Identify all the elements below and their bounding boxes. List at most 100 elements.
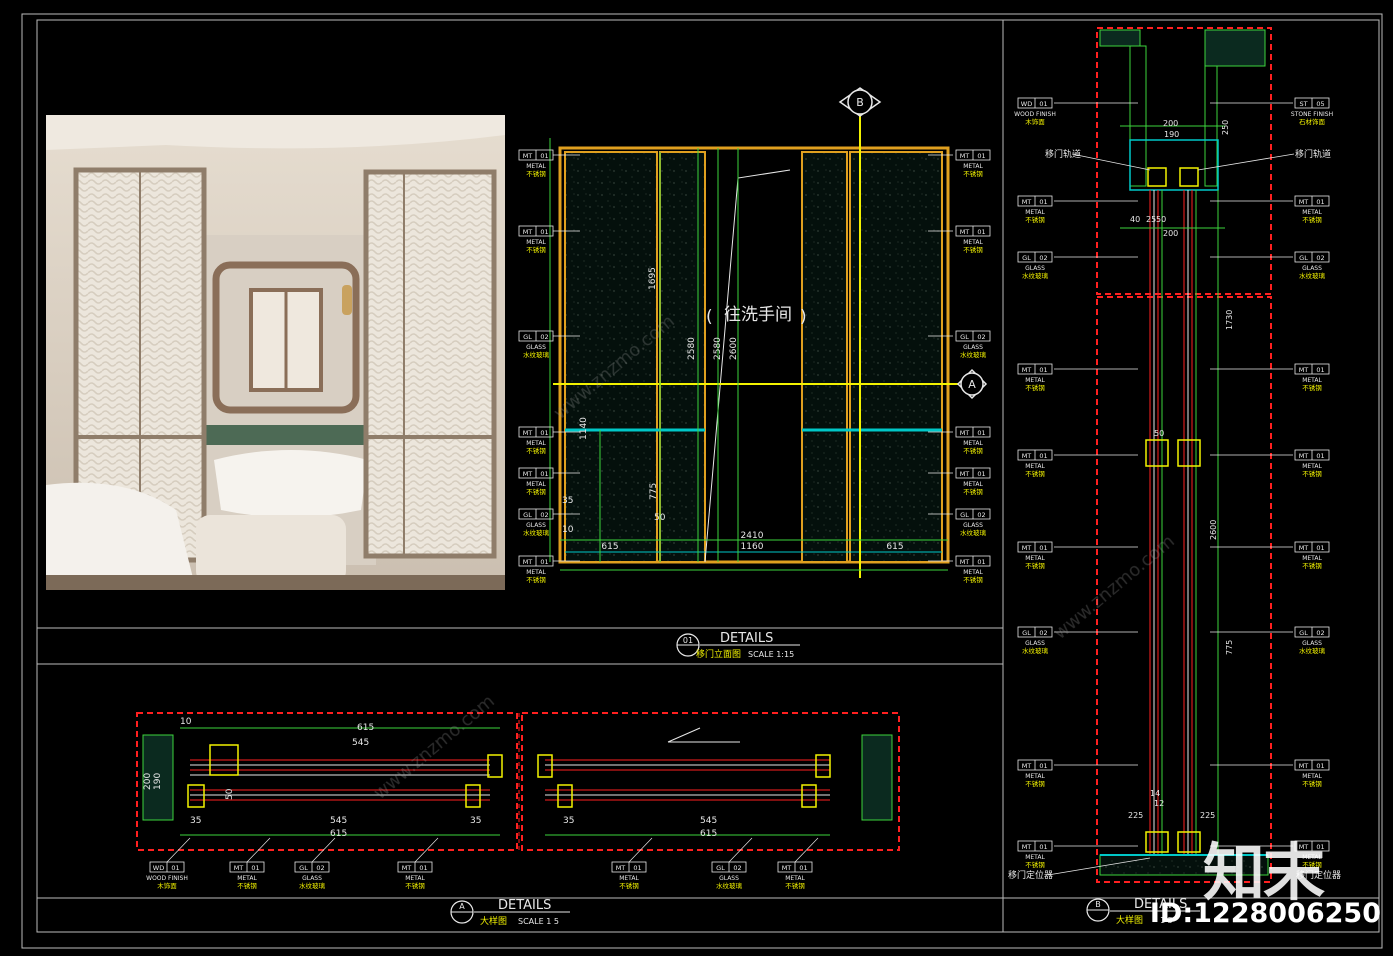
dim-2600: 2600 (729, 337, 739, 360)
section-dim-50-mid: 50 (1154, 429, 1164, 438)
section-tag-right-7-num: 02 (1316, 629, 1324, 637)
plan-dim-615-top: 615 (357, 723, 374, 733)
section-door-lines (1149, 190, 1197, 855)
elevation-tag-right-4-num: 01 (977, 429, 985, 437)
plan-dim-35-mid: 35 (470, 816, 481, 826)
plan-tag-6-material: GLASS (719, 875, 739, 882)
door-panel-right-1 (801, 151, 848, 563)
section-locator-label-left: 移门定位器 (1008, 869, 1053, 881)
section-track-roller-1 (1147, 167, 1167, 187)
section-tag-right-6: MT 01 METAL不锈钢 (1210, 541, 1330, 570)
elevation-tag-right-6-label-cn: 水纹玻璃 (960, 528, 987, 537)
section-dim-250: 250 (1221, 120, 1230, 135)
plan-tag-2: MT 01 METAL不锈钢 (229, 837, 271, 890)
elevation-tag-left-4-num: 01 (540, 429, 548, 437)
section-tag-left-8-label-cn: 不锈钢 (1025, 779, 1045, 788)
section-tag-right-5-num: 01 (1316, 452, 1324, 460)
section-tag-left-6-material: METAL (1025, 555, 1045, 562)
plan-view: 615 545 545 615 545 615 35 35 35 10 200 … (136, 712, 900, 851)
dim-615-left: 615 (601, 542, 618, 552)
section-tag-right-5-material: METAL (1302, 463, 1322, 470)
elevation-tag-right-1-label-cn: 不锈钢 (963, 169, 983, 178)
section-tag-right-7-code: GL (1299, 629, 1308, 637)
plan-title-block: A DETAILS 大样图 SCALE 1 5 (450, 898, 570, 927)
section-tag-left-8: MT 01 METAL不锈钢 (1017, 759, 1138, 788)
section-dim-50-top: 50 (1156, 215, 1166, 224)
plan-tag-7-label-cn: 不锈钢 (785, 881, 805, 890)
section-tag-left-2-label-cn: 不锈钢 (1025, 215, 1045, 224)
section-tag-right-4-num: 01 (1316, 366, 1324, 374)
plan-tag-7: MT 01 METAL不锈钢 (777, 837, 819, 890)
plan-profile-4 (557, 784, 573, 808)
plan-title: DETAILS (498, 898, 551, 913)
section-tag-right-6-material: METAL (1302, 555, 1322, 562)
plan-profile-2 (465, 784, 481, 808)
section-tag-left-9-label-cn: 不锈钢 (1025, 860, 1045, 869)
section-tag-left-5-material: METAL (1025, 463, 1045, 470)
plan-tag-6-num: 02 (733, 864, 741, 872)
elevation-title-number: 01 (683, 636, 693, 645)
dim-50: 50 (654, 513, 666, 523)
section-tag-right-3: GL 02 GLASS水纹玻璃 (1210, 251, 1330, 280)
plan-dim-615-bottom-right: 615 (700, 829, 717, 839)
cad-drawing-sheet: B A 往洗手间 ( ) 2410 1160 615 615 1695 2580… (21, 13, 1383, 949)
plan-tag-5-label-cn: 不锈钢 (619, 881, 639, 890)
section-tag-left-2: MT 01 METAL不锈钢 (1017, 195, 1138, 224)
section-tag-left-1-material: WOOD FINISH (1014, 111, 1056, 118)
elevation-tag-right-2-material: METAL (963, 239, 983, 246)
plan-title-letter: A (459, 902, 465, 911)
dim-1140: 1140 (579, 417, 589, 440)
watermark-url-2: www.znzmo.com (1050, 531, 1179, 644)
section-tag-right-1-code: ST (1299, 100, 1307, 108)
plan-profile-8 (187, 784, 205, 808)
dim-775: 775 (649, 483, 659, 500)
elevation-tag-right-7-material: METAL (963, 569, 983, 576)
elevation-tag-left-3-material: GLASS (526, 344, 546, 351)
section-tag-left-3-code: GL (1022, 254, 1031, 262)
section-tag-right-3-label-cn: 水纹玻璃 (1299, 271, 1326, 280)
section-dim-200-b: 200 (1163, 229, 1178, 238)
plan-tag-6: GL 02 GLASS水纹玻璃 (711, 837, 753, 890)
section-tag-right-3-num: 02 (1316, 254, 1324, 262)
plan-scale: SCALE 1 5 (518, 917, 559, 926)
watermark-id: ID:1228006250 (1149, 898, 1381, 929)
section-tag-right-5-label-cn: 不锈钢 (1302, 469, 1322, 478)
section-track-label-right: 移门轨道 (1295, 148, 1331, 160)
section-tag-left-5: MT 01 METAL不锈钢 (1017, 449, 1138, 478)
elevation-tag-left-2-num: 01 (540, 228, 548, 236)
section-title-letter: B (1095, 900, 1101, 909)
section-tag-right-3-code: GL (1299, 254, 1308, 262)
elevation-tag-right-1-num: 01 (977, 152, 985, 160)
section-track-roller-2 (1179, 167, 1199, 187)
section-tag-left-4: MT 01 METAL不锈钢 (1017, 363, 1138, 392)
plan-material-tags: WD 01WOOD FINISH木饰面MT 01METAL不锈钢GL 02GLASS水… (146, 837, 819, 890)
section-tag-left-3-num: 02 (1039, 254, 1047, 262)
section-material-tags: WD 01 WOOD FINISH木饰面 ST 05 STONE FINISH石材饰面 MT… (1014, 97, 1333, 869)
section-ceiling-right (1204, 29, 1266, 67)
section-tag-left-6-label-cn: 不锈钢 (1025, 561, 1045, 570)
elevation-tag-right-6-material: GLASS (963, 522, 983, 529)
section-tag-right-2-code: MT (1299, 198, 1309, 206)
elevation-tag-right-3-material: GLASS (963, 344, 983, 351)
elevation-tag-right-5-material: METAL (963, 481, 983, 488)
plan-tag-3-material: GLASS (302, 875, 322, 882)
elevation-tag-right-2-label-cn: 不锈钢 (963, 245, 983, 254)
section-dim-200: 200 (1163, 119, 1178, 128)
section-dim-2600: 2600 (1209, 520, 1218, 540)
elevation-tag-right-3-num: 02 (977, 333, 985, 341)
section-tag-right-1-label-cn: 石材饰面 (1299, 117, 1326, 126)
plan-tag-1-num: 01 (171, 864, 179, 872)
elevation-tag-left-5-num: 01 (540, 470, 548, 478)
plan-dim-200: 200 (143, 773, 153, 790)
plan-dim-545-top: 545 (352, 738, 369, 748)
elevation-scale: SCALE 1:15 (748, 650, 794, 659)
section-tag-left-1: WD 01 WOOD FINISH木饰面 (1014, 97, 1138, 126)
plan-dim-545-bottom-right: 545 (700, 816, 717, 826)
section-tag-left-2-num: 01 (1039, 198, 1047, 206)
section-tag-right-2-num: 01 (1316, 198, 1324, 206)
plan-tag-3-num: 02 (316, 864, 324, 872)
elevation-tag-left-4-material: METAL (526, 440, 546, 447)
section-tag-right-4: MT 01 METAL不锈钢 (1210, 363, 1330, 392)
plan-tag-3-label-cn: 水纹玻璃 (299, 881, 326, 890)
elevation-tag-right-7-num: 01 (977, 558, 985, 566)
